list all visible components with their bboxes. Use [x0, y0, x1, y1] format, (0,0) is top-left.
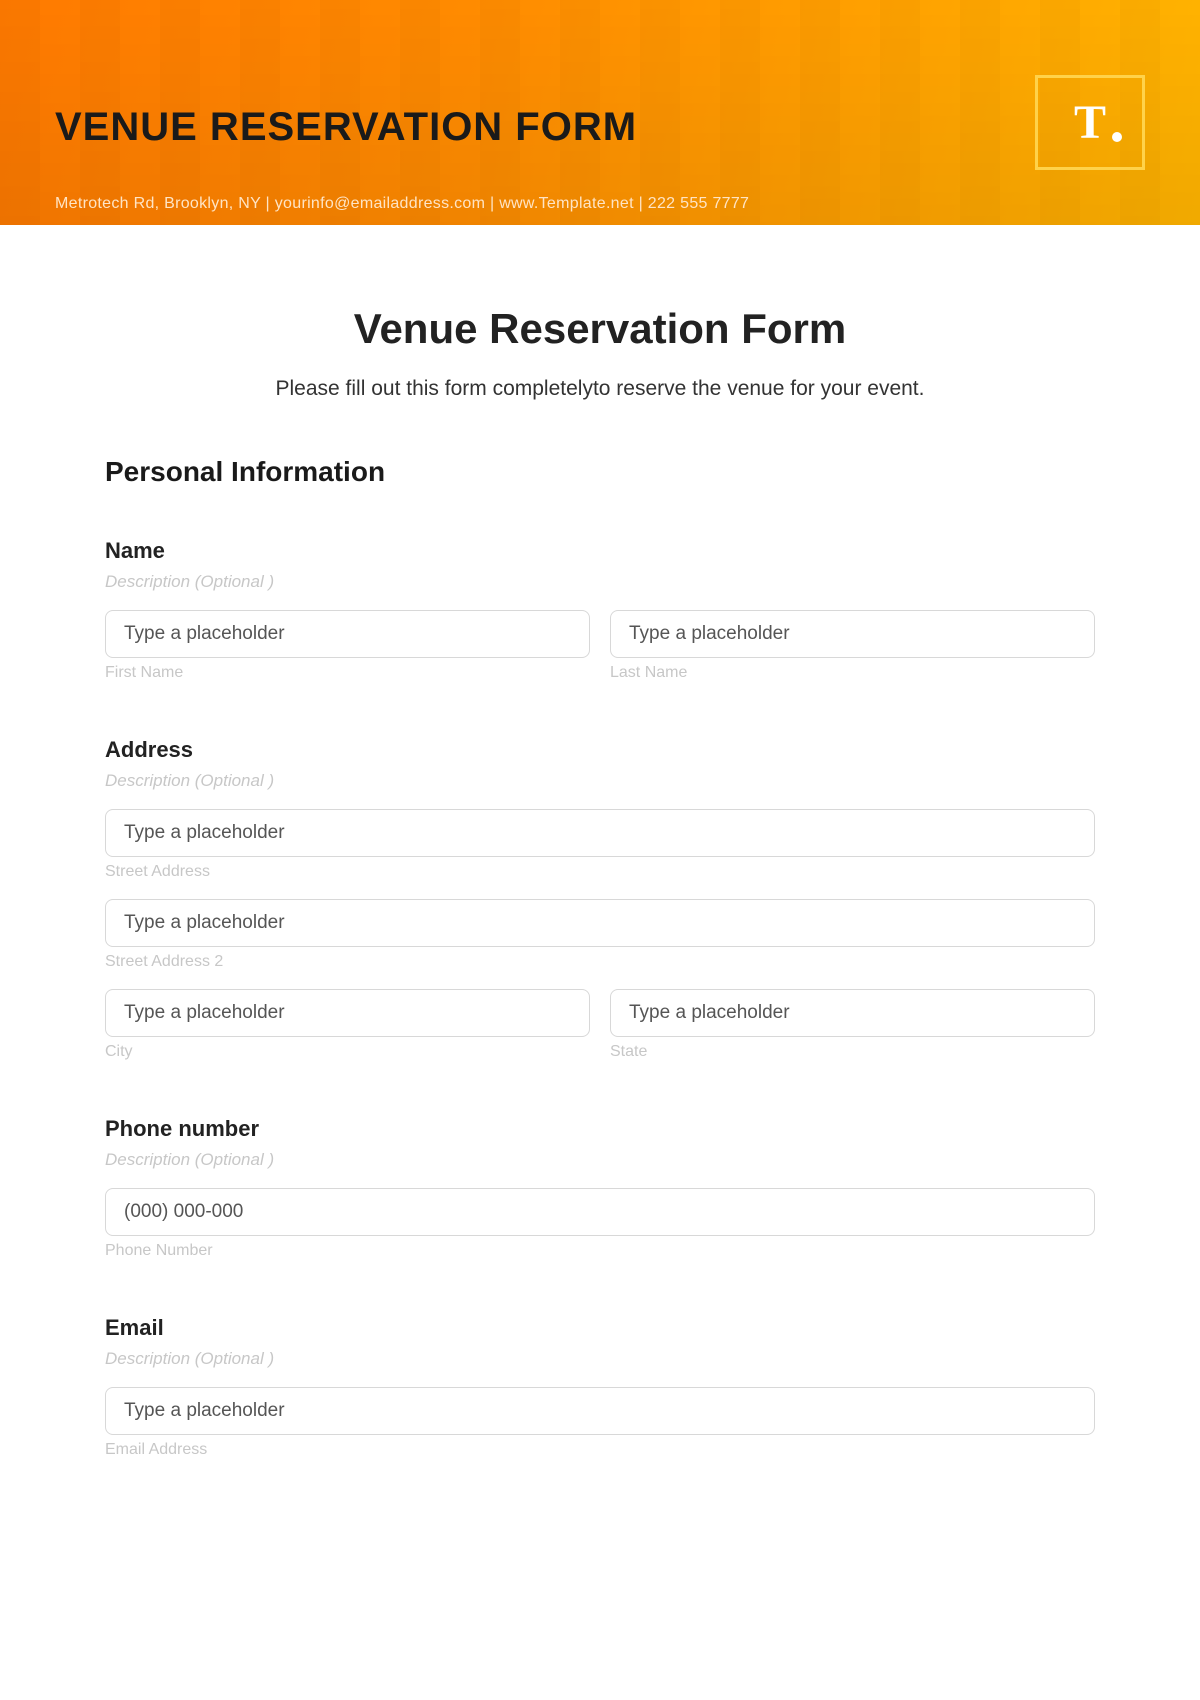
brand-logo: T: [1035, 75, 1145, 170]
page-title: Venue Reservation Form: [105, 305, 1095, 353]
phone-input[interactable]: [105, 1188, 1095, 1236]
field-name: Name Description (Optional ) First Name …: [105, 538, 1095, 682]
first-name-sublabel: First Name: [105, 664, 590, 682]
page-intro: Please fill out this form completelyto r…: [105, 377, 1095, 401]
section-personal-info: Personal Information: [105, 456, 1095, 488]
header-banner: VENUE RESERVATION FORM Metrotech Rd, Bro…: [0, 0, 1200, 225]
email-description: Description (Optional ): [105, 1349, 1095, 1369]
field-email: Email Description (Optional ) Email Addr…: [105, 1315, 1095, 1459]
city-input[interactable]: [105, 989, 590, 1037]
street-address-2-input[interactable]: [105, 899, 1095, 947]
name-label: Name: [105, 538, 1095, 564]
street-address-input[interactable]: [105, 809, 1095, 857]
phone-description: Description (Optional ): [105, 1150, 1095, 1170]
email-label: Email: [105, 1315, 1095, 1341]
state-input[interactable]: [610, 989, 1095, 1037]
email-input[interactable]: [105, 1387, 1095, 1435]
brand-logo-dot-icon: [1112, 132, 1122, 142]
brand-logo-letter: T: [1074, 95, 1106, 150]
field-address: Address Description (Optional ) Street A…: [105, 737, 1095, 1061]
email-sublabel: Email Address: [105, 1441, 1095, 1459]
address-label: Address: [105, 737, 1095, 763]
street-address-sublabel: Street Address: [105, 863, 1095, 881]
last-name-sublabel: Last Name: [610, 664, 1095, 682]
address-description: Description (Optional ): [105, 771, 1095, 791]
state-sublabel: State: [610, 1043, 1095, 1061]
phone-sublabel: Phone Number: [105, 1242, 1095, 1260]
name-description: Description (Optional ): [105, 572, 1095, 592]
field-phone: Phone number Description (Optional ) Pho…: [105, 1116, 1095, 1260]
phone-label: Phone number: [105, 1116, 1095, 1142]
form-content: Venue Reservation Form Please fill out t…: [0, 225, 1200, 1459]
street-address-2-sublabel: Street Address 2: [105, 953, 1095, 971]
banner-contact-line: Metrotech Rd, Brooklyn, NY | yourinfo@em…: [55, 195, 749, 213]
first-name-input[interactable]: [105, 610, 590, 658]
city-sublabel: City: [105, 1043, 590, 1061]
banner-title: VENUE RESERVATION FORM: [55, 105, 637, 150]
last-name-input[interactable]: [610, 610, 1095, 658]
